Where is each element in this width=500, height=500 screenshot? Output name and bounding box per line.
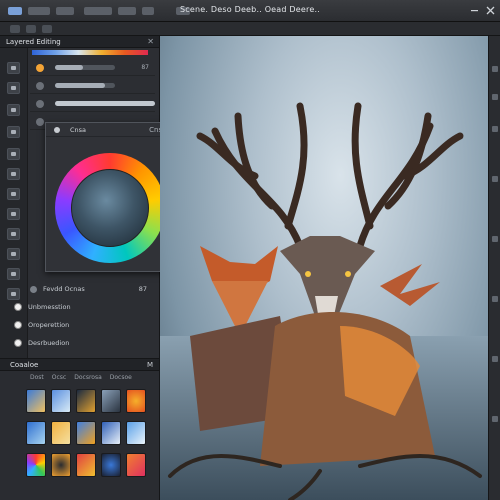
eye-icon[interactable] (36, 99, 44, 108)
tool-button[interactable] (7, 268, 20, 280)
right-panel (488, 36, 500, 500)
radio-button[interactable] (14, 339, 22, 347)
gallery-tab[interactable]: Dost (30, 374, 44, 381)
eye-icon[interactable] (36, 117, 44, 126)
panel-toggle[interactable] (492, 94, 498, 100)
gallery-thumbnail[interactable] (126, 389, 146, 413)
gallery-thumbnail[interactable] (126, 453, 146, 477)
gallery-thumbnail[interactable] (26, 389, 46, 413)
color-dot-icon (54, 127, 60, 133)
color-picker-center[interactable] (71, 169, 149, 247)
tool-button[interactable] (7, 148, 20, 160)
tool-button[interactable] (7, 188, 20, 200)
layer-item[interactable]: Oroperettion (14, 318, 155, 332)
gallery-thumbnail[interactable] (26, 453, 46, 477)
popup-title: Cnsa (70, 125, 87, 134)
radio-button[interactable] (14, 321, 22, 329)
close-icon[interactable] (486, 6, 495, 15)
opacity-slider[interactable] (55, 83, 115, 88)
gallery-tab[interactable]: Docsoe (110, 374, 132, 381)
toolbar (0, 22, 500, 36)
tool-button[interactable] (7, 62, 20, 74)
tool-button[interactable] (7, 208, 20, 220)
layer-label: Desrbuedion (28, 339, 70, 347)
gallery-thumbnail[interactable] (51, 421, 71, 445)
panel-toggle[interactable] (492, 66, 498, 72)
document-title: Scene. Deso Deeb.. Oead Deere.. (180, 5, 320, 14)
layer-item[interactable]: Fevdd Ocnas 87 (30, 282, 155, 296)
tool-button[interactable] (7, 82, 20, 94)
layer-row[interactable] (30, 78, 155, 94)
gallery-header: Coaaloe M (0, 359, 159, 371)
layer-label: Fevdd Ocnas (43, 285, 85, 293)
artwork-canvas[interactable] (160, 36, 488, 500)
gallery-thumbnail[interactable] (76, 453, 96, 477)
tool-button[interactable] (7, 168, 20, 180)
eye-icon[interactable] (30, 285, 37, 293)
layer-label: Unbmesstion (28, 303, 71, 311)
gallery-mark[interactable]: M (147, 361, 153, 369)
gallery-thumbnail[interactable] (51, 389, 71, 413)
tool-button[interactable] (7, 288, 20, 300)
gallery-thumbnail[interactable] (101, 453, 121, 477)
gallery-tabs: Dost Ocsc Docsrosa Docsoe (0, 371, 159, 383)
panel-toggle[interactable] (492, 176, 498, 182)
gallery-thumbnail[interactable] (76, 389, 96, 413)
panel-header: Layered Editing ✕ (0, 36, 159, 48)
layer-label: Oroperettion (28, 321, 70, 329)
layer-item[interactable]: Unbmesstion (14, 300, 155, 314)
title-bar: Scene. Deso Deeb.. Oead Deere.. (0, 0, 500, 22)
tool-button[interactable] (7, 104, 20, 116)
gallery-tab[interactable]: Docsrosa (74, 374, 102, 381)
layer-value: 87 (138, 285, 147, 293)
layer-item[interactable]: Desrbuedion (14, 336, 155, 350)
toolbar-button[interactable] (42, 25, 52, 33)
gallery-thumbnail[interactable] (51, 453, 71, 477)
gallery-title: Coaaloe (10, 360, 39, 369)
color-wheel[interactable] (55, 153, 165, 263)
gallery-thumbnail[interactable] (101, 389, 121, 413)
tool-button[interactable] (7, 126, 20, 138)
tool-button[interactable] (7, 248, 20, 260)
panel-toggle[interactable] (492, 236, 498, 242)
color-picker-popup[interactable]: Cnsa Cnsr (45, 122, 172, 272)
gallery-panel: Coaaloe M Dost Ocsc Docsrosa Docsoe (0, 358, 160, 500)
close-icon[interactable]: ✕ (147, 37, 154, 46)
gallery-thumbnail[interactable] (126, 421, 146, 445)
panel-toggle[interactable] (492, 296, 498, 302)
radio-button[interactable] (14, 303, 22, 311)
color-swatch[interactable] (36, 63, 44, 72)
eye-icon[interactable] (36, 81, 44, 90)
panel-toggle[interactable] (492, 416, 498, 422)
toolbar-button[interactable] (26, 25, 36, 33)
opacity-slider[interactable] (55, 65, 115, 70)
gallery-thumbnail[interactable] (76, 421, 96, 445)
tool-button[interactable] (7, 228, 20, 240)
layer-row[interactable]: 87 (30, 60, 155, 76)
gallery-thumbnail[interactable] (101, 421, 121, 445)
layer-row[interactable] (30, 96, 155, 112)
gallery-tab[interactable]: Ocsc (52, 374, 66, 381)
opacity-value: 87 (141, 64, 149, 71)
popup-header: Cnsa Cnsr (46, 123, 171, 137)
minimize-icon[interactable] (470, 6, 479, 15)
panel-toggle[interactable] (492, 356, 498, 362)
toolbar-button[interactable] (10, 25, 20, 33)
panel-toggle[interactable] (492, 126, 498, 132)
opacity-slider[interactable] (55, 101, 155, 106)
gradient-bar[interactable] (32, 50, 148, 55)
panel-title: Layered Editing (6, 37, 61, 46)
deer-and-fox-illustration (168, 102, 482, 500)
gallery-thumbnail[interactable] (26, 421, 46, 445)
